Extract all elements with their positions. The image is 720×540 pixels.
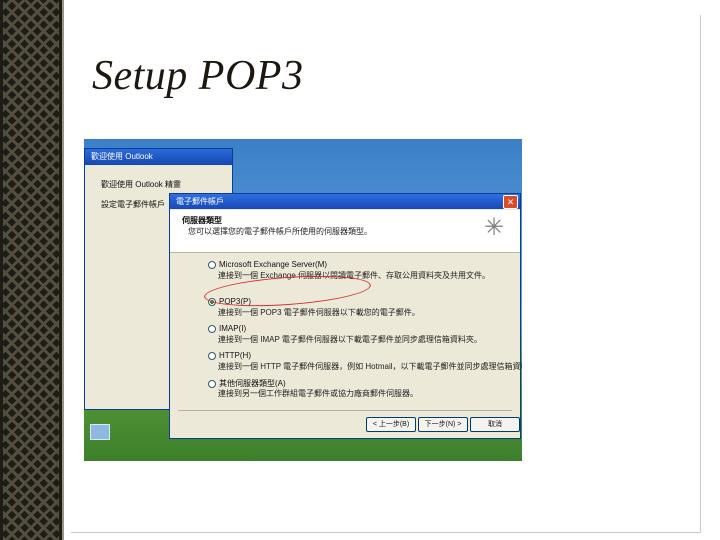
dialog-titlebar[interactable]: 電子郵件帳戶 ✕ — [170, 194, 520, 209]
radio-http[interactable]: HTTP(H) — [208, 351, 251, 360]
dialog-title: 電子郵件帳戶 — [176, 197, 224, 206]
strip-pattern — [3, 0, 59, 540]
dialog-header: 伺服器類型 您可以選擇您的電子郵件帳戶所使用的伺服器類型。 ✳ — [170, 210, 520, 253]
radio-button[interactable] — [208, 379, 216, 388]
radio-button[interactable] — [208, 351, 216, 360]
header-subtitle: 您可以選擇您的電子郵件帳戶所使用的伺服器類型。 — [188, 227, 372, 236]
radio-button[interactable] — [208, 260, 216, 269]
radio-button[interactable] — [208, 324, 216, 333]
option-label: 其他伺服器類型(A) — [219, 379, 286, 388]
outlook-window-text: 歡迎使用 Outlook 精靈 — [101, 180, 182, 189]
desktop-icon[interactable] — [90, 424, 110, 440]
outlook-window-text: 設定電子郵件帳戶 — [101, 200, 165, 209]
option-description: 連接到一個 IMAP 電子郵件伺服器以下載電子郵件並同步處理信箱資料夾。 — [218, 335, 482, 344]
dialog-separator — [178, 410, 512, 411]
mail-wizard-icon: ✳ — [483, 214, 505, 241]
outlook-window-titlebar[interactable]: 歡迎使用 Outlook — [85, 149, 232, 165]
page-title: Setup POP3 — [92, 53, 304, 99]
option-label: HTTP(H) — [219, 351, 251, 360]
option-label: IMAP(I) — [219, 324, 247, 333]
option-description: 連接到一個 HTTP 電子郵件伺服器，例如 Hotmail，以下載電子郵件並同步… — [218, 362, 522, 371]
close-icon[interactable]: ✕ — [503, 195, 518, 209]
back-button[interactable]: < 上一步(B) — [366, 417, 416, 432]
strip-divider — [62, 0, 64, 540]
radio-imap[interactable]: IMAP(I) — [208, 324, 246, 333]
cancel-button[interactable]: 取消 — [470, 417, 520, 432]
next-button[interactable]: 下一步(N) > — [418, 417, 468, 432]
header-title: 伺服器類型 — [182, 216, 222, 225]
option-label: Microsoft Exchange Server(M) — [219, 260, 328, 269]
binder-strip — [0, 0, 62, 540]
option-description: 連接到一個 POP3 電子郵件伺服器以下載您的電子郵件。 — [218, 308, 420, 317]
option-description: 連接到另一個工作群組電子郵件或協力廠商郵件伺服器。 — [218, 389, 418, 398]
radio-exchange[interactable]: Microsoft Exchange Server(M) — [208, 260, 327, 269]
email-accounts-dialog: 電子郵件帳戶 ✕ 伺服器類型 您可以選擇您的電子郵件帳戶所使用的伺服器類型。 ✳… — [169, 193, 522, 439]
